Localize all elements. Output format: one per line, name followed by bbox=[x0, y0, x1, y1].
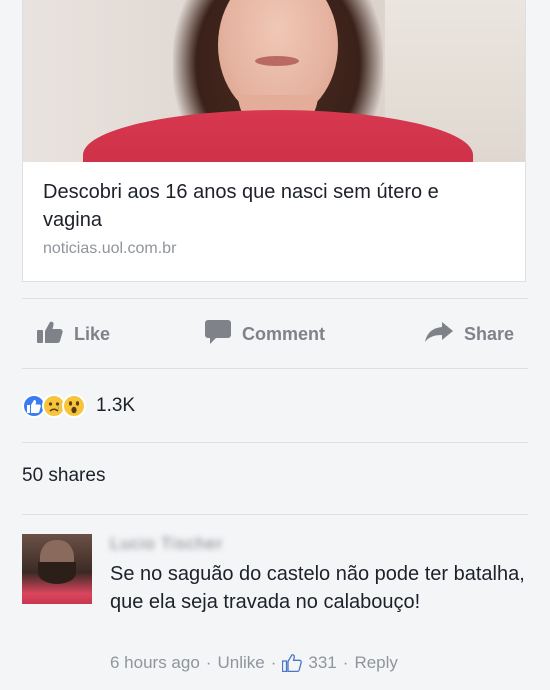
separator-dot: · bbox=[342, 653, 349, 672]
comment-like-icon bbox=[282, 654, 303, 672]
comment-meta: 6 hours ago · Unlike · 331 · Reply bbox=[110, 653, 398, 673]
article-title[interactable]: Descobri aos 16 anos que nasci sem útero… bbox=[43, 178, 503, 234]
comment-label: Comment bbox=[242, 323, 326, 344]
share-button[interactable]: Share bbox=[424, 316, 514, 352]
share-label: Share bbox=[464, 323, 515, 344]
wow-face-icon bbox=[62, 394, 86, 418]
article-image[interactable] bbox=[23, 0, 525, 162]
avatar-beard bbox=[38, 562, 76, 584]
share-arrow-icon bbox=[424, 321, 464, 348]
comment-text: Se no saguão do castelo não pode ter bat… bbox=[110, 563, 525, 613]
image-lips bbox=[255, 56, 299, 66]
reaction-count: 1.3K bbox=[96, 395, 136, 416]
divider bbox=[22, 514, 528, 515]
shares-count[interactable]: 50 shares bbox=[22, 465, 105, 487]
comment-time[interactable]: 6 hours ago bbox=[110, 653, 200, 673]
like-label: Like bbox=[74, 323, 111, 344]
unlike-link[interactable]: Unlike bbox=[217, 653, 264, 673]
thumbs-up-icon bbox=[36, 320, 74, 349]
reactions-summary[interactable]: 1.3K bbox=[22, 392, 135, 420]
reply-link[interactable]: Reply bbox=[354, 653, 397, 673]
divider bbox=[22, 442, 528, 443]
separator-dot: · bbox=[270, 653, 277, 672]
commenter-name[interactable]: Lucio Tischer bbox=[110, 534, 310, 554]
commenter-avatar[interactable] bbox=[22, 534, 92, 604]
comment-bubble-icon bbox=[204, 319, 242, 350]
link-preview-card[interactable]: Descobri aos 16 anos que nasci sem útero… bbox=[22, 0, 526, 282]
article-domain: noticias.uol.com.br bbox=[43, 240, 177, 257]
comment-like-count[interactable]: 331 bbox=[308, 653, 336, 673]
like-button[interactable]: Like bbox=[36, 316, 110, 352]
separator-dot: · bbox=[205, 653, 212, 672]
divider bbox=[22, 298, 528, 299]
divider bbox=[22, 368, 528, 369]
comment-button[interactable]: Comment bbox=[204, 316, 325, 352]
